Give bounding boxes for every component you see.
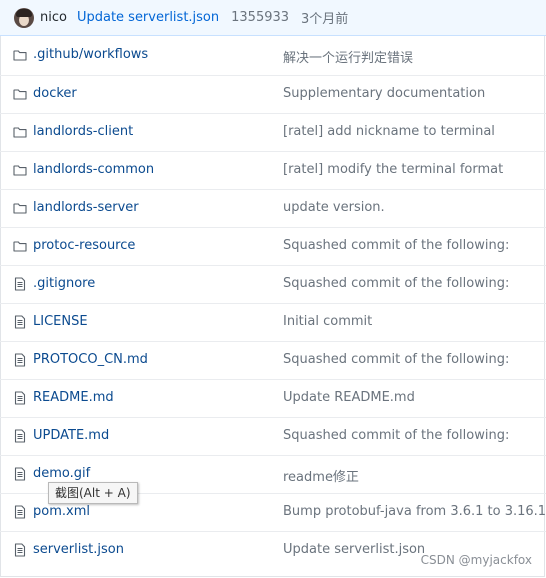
file-name-link[interactable]: .github/workflows: [33, 47, 148, 62]
commit-message-link[interactable]: [ratel] add nickname to terminal: [283, 124, 495, 139]
file-name-link[interactable]: LICENSE: [33, 314, 88, 329]
file-icon: [13, 353, 27, 367]
commit-message-link[interactable]: Update serverlist.json: [283, 542, 425, 557]
file-name-link[interactable]: landlords-server: [33, 200, 139, 215]
file-row[interactable]: docker Supplementary documentation: [0, 75, 546, 113]
file-name-link[interactable]: UPDATE.md: [33, 428, 109, 443]
file-row[interactable]: LICENSE Initial commit: [0, 303, 546, 341]
file-icon: [13, 467, 27, 481]
commit-message-link[interactable]: Initial commit: [283, 314, 372, 329]
commit-message-link[interactable]: Squashed commit of the following:: [283, 238, 509, 253]
file-icon: [13, 429, 27, 443]
folder-icon: [13, 48, 27, 62]
file-name-link[interactable]: docker: [33, 86, 77, 101]
commit-message-link[interactable]: Supplementary documentation: [283, 86, 485, 101]
file-row[interactable]: landlords-common [ratel] modify the termi…: [0, 151, 546, 189]
file-icon: [13, 391, 27, 405]
commit-time: 3个月前: [301, 12, 349, 27]
commit-sha[interactable]: 1355933: [231, 10, 289, 25]
commit-message-link[interactable]: Squashed commit of the following:: [283, 428, 509, 443]
commit-message-link[interactable]: Squashed commit of the following:: [283, 276, 509, 291]
avatar[interactable]: [14, 7, 34, 28]
file-name-link[interactable]: PROTOCO_CN.md: [33, 352, 148, 367]
commit-message-link[interactable]: [ratel] modify the terminal format: [283, 162, 503, 177]
folder-icon: [13, 125, 27, 139]
commit-message-link[interactable]: Update serverlist.json: [77, 10, 219, 25]
file-row[interactable]: PROTOCO_CN.md Squashed commit of the foll…: [0, 341, 546, 379]
file-name-link[interactable]: .gitignore: [33, 276, 95, 291]
file-name-link[interactable]: protoc-resource: [33, 238, 135, 253]
file-name-link[interactable]: README.md: [33, 390, 114, 405]
commit-message-link[interactable]: Squashed commit of the following:: [283, 352, 509, 367]
file-row[interactable]: UPDATE.md Squashed commit of the followin…: [0, 417, 546, 455]
file-name-link[interactable]: landlords-common: [33, 162, 154, 177]
file-icon: [13, 505, 27, 519]
file-row[interactable]: landlords-client [ratel] add nickname to …: [0, 113, 546, 151]
commit-author[interactable]: nico: [40, 10, 67, 25]
file-row[interactable]: .gitignore Squashed commit of the followi…: [0, 265, 546, 303]
file-name-link[interactable]: landlords-client: [33, 124, 133, 139]
latest-commit-bar: nico Update serverlist.json 1355933 3个月前: [0, 0, 546, 36]
commit-message-link[interactable]: update version.: [283, 200, 385, 215]
commit-message-link[interactable]: Bump protobuf-java from 3.6.1 to 3.16.1: [283, 504, 546, 519]
file-name-link[interactable]: pom.xml: [33, 504, 90, 519]
file-icon: [13, 277, 27, 291]
folder-icon: [13, 163, 27, 177]
watermark: CSDN @myjackfox: [420, 553, 532, 567]
screenshot-tooltip: 截图(Alt + A): [48, 482, 138, 504]
file-row[interactable]: landlords-server update version.: [0, 189, 546, 227]
file-icon: [13, 543, 27, 557]
commit-message-link[interactable]: Update README.md: [283, 390, 415, 405]
file-row[interactable]: protoc-resource Squashed commit of the fo…: [0, 227, 546, 265]
commit-message-link[interactable]: 解决一个运行判定错误: [283, 47, 413, 66]
folder-icon: [13, 201, 27, 215]
file-name-link[interactable]: demo.gif: [33, 466, 90, 481]
folder-icon: [13, 87, 27, 101]
file-row[interactable]: README.md Update README.md: [0, 379, 546, 417]
file-icon: [13, 315, 27, 329]
file-name-link[interactable]: serverlist.json: [33, 542, 124, 557]
file-row[interactable]: .github/workflows 解决一个运行判定错误: [0, 37, 546, 75]
commit-message-link[interactable]: readme修正: [283, 466, 359, 485]
folder-icon: [13, 239, 27, 253]
